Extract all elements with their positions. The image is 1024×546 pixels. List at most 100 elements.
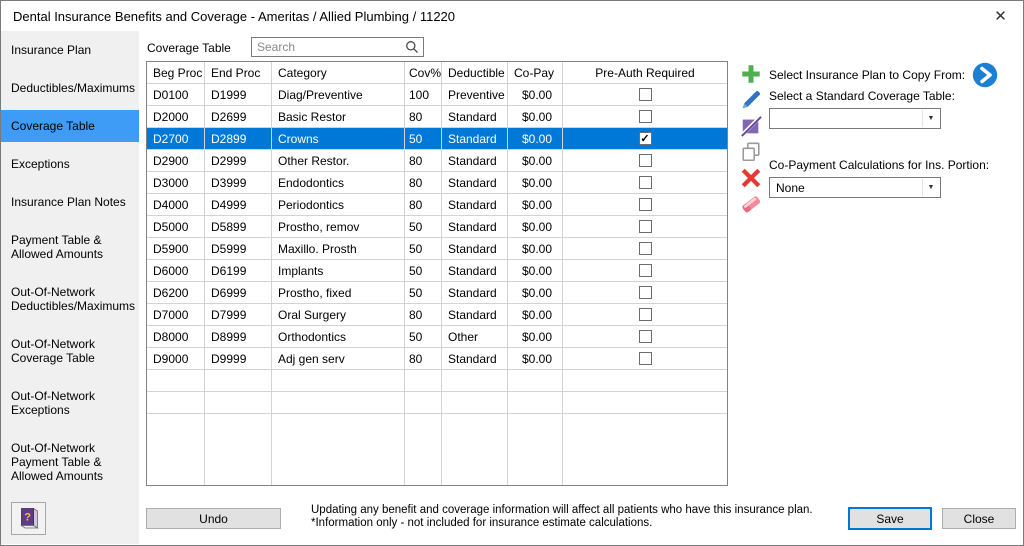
delete-row-button[interactable] xyxy=(738,166,764,190)
cell-end-proc: D5899 xyxy=(205,216,272,238)
cell-cov-pct: 50 xyxy=(405,326,442,348)
column-header: Beg Proc xyxy=(147,62,205,84)
sidebar-item-payment-table-allowed-amounts[interactable]: Payment Table & Allowed Amounts xyxy=(1,224,139,270)
table-row[interactable]: D5900 D5999 Maxillo. Prosth 50 Standard $0.00 xyxy=(147,238,727,260)
table-row[interactable]: D2900 D2999 Other Restor. 80 Standard $0.00 xyxy=(147,150,727,172)
coverage-table-label: Coverage Table xyxy=(147,41,231,55)
sidebar-item-insurance-plan-notes[interactable]: Insurance Plan Notes xyxy=(1,186,139,218)
cell-pre-auth xyxy=(563,216,727,238)
copay-calc-value: None xyxy=(776,181,805,195)
search-icon xyxy=(406,41,418,53)
cell-category: Maxillo. Prosth xyxy=(272,238,405,260)
table-row[interactable]: D6000 D6199 Implants 50 Standard $0.00 xyxy=(147,260,727,282)
sidebar-item-insurance-plan[interactable]: Insurance Plan xyxy=(1,34,139,66)
cell-category: Orthodontics xyxy=(272,326,405,348)
cell-co-pay: $0.00 xyxy=(508,194,563,216)
table-row[interactable]: D9000 D9999 Adj gen serv 80 Standard $0.00 xyxy=(147,348,727,370)
table-row[interactable]: D6200 D6999 Prostho, fixed 50 Standard $0.00 xyxy=(147,282,727,304)
cell-pre-auth xyxy=(563,84,727,106)
footer-note: Updating any benefit and coverage inform… xyxy=(311,504,813,530)
sidebar-item-out-of-network-coverage-table[interactable]: Out-Of-Network Coverage Table xyxy=(1,328,139,374)
cell-co-pay: $0.00 xyxy=(508,238,563,260)
cell-deductible: Standard xyxy=(442,106,508,128)
table-row[interactable]: D5000 D5899 Prostho, remov 50 Standard $0.00 xyxy=(147,216,727,238)
table-row-empty xyxy=(147,414,727,485)
cell-cov-pct: 50 xyxy=(405,260,442,282)
cell-end-proc: D4999 xyxy=(205,194,272,216)
preauth-checkbox[interactable] xyxy=(638,132,652,146)
preauth-checkbox[interactable] xyxy=(638,220,652,234)
table-row[interactable]: D2700 D2899 Crowns 50 Standard $0.00 xyxy=(147,128,727,150)
edit-multiple-button[interactable] xyxy=(738,114,764,138)
standard-table-dropdown[interactable]: ▼ xyxy=(769,108,941,129)
preauth-checkbox[interactable] xyxy=(638,242,652,256)
sidebar-item-out-of-network-deductibles-maximums[interactable]: Out-Of-Network Deductibles/Maximums xyxy=(1,276,139,322)
preauth-checkbox[interactable] xyxy=(638,352,652,366)
sidebar-item-deductibles-maximums[interactable]: Deductibles/Maximums xyxy=(1,72,139,104)
cell-deductible: Other xyxy=(442,326,508,348)
cell-cov-pct: 50 xyxy=(405,216,442,238)
copy-rows-button[interactable] xyxy=(738,140,764,164)
sidebar-item-out-of-network-payment-table-allowed-amounts[interactable]: Out-Of-Network Payment Table & Allowed A… xyxy=(1,432,139,492)
svg-text:?: ? xyxy=(24,511,31,523)
sidebar-item-coverage-table[interactable]: Coverage Table xyxy=(1,110,139,142)
cell-pre-auth xyxy=(563,282,727,304)
close-button[interactable]: Close xyxy=(942,508,1016,529)
cell-deductible: Preventive xyxy=(442,84,508,106)
table-row[interactable]: D8000 D8999 Orthodontics 50 Other $0.00 xyxy=(147,326,727,348)
preauth-checkbox[interactable] xyxy=(638,176,652,190)
table-row[interactable]: D2000 D2699 Basic Restor 80 Standard $0.00 xyxy=(147,106,727,128)
cell-beg-proc: D2000 xyxy=(147,106,205,128)
preauth-checkbox[interactable] xyxy=(638,264,652,278)
column-header: Co-Pay xyxy=(508,62,563,84)
cell-cov-pct: 80 xyxy=(405,106,442,128)
cell-beg-proc: D8000 xyxy=(147,326,205,348)
preauth-checkbox[interactable] xyxy=(638,308,652,322)
cell-end-proc: D5999 xyxy=(205,238,272,260)
save-button[interactable]: Save xyxy=(848,507,932,530)
eraser-icon xyxy=(742,196,761,213)
cell-beg-proc: D2700 xyxy=(147,128,205,150)
undo-button[interactable]: Undo xyxy=(146,508,281,529)
help-button[interactable]: ? xyxy=(11,502,46,535)
preauth-checkbox[interactable] xyxy=(638,286,652,300)
cell-co-pay: $0.00 xyxy=(508,128,563,150)
edit-row-button[interactable] xyxy=(738,88,764,112)
dialog-window: Dental Insurance Benefits and Coverage -… xyxy=(0,0,1024,546)
cell-beg-proc: D2900 xyxy=(147,150,205,172)
add-row-button[interactable] xyxy=(738,62,764,86)
preauth-checkbox[interactable] xyxy=(638,154,652,168)
window-close-icon[interactable]: ✕ xyxy=(978,1,1023,31)
sidebar-item-exceptions[interactable]: Exceptions xyxy=(1,148,139,180)
cell-co-pay: $0.00 xyxy=(508,172,563,194)
cell-cov-pct: 50 xyxy=(405,282,442,304)
cell-pre-auth xyxy=(563,128,727,150)
cell-cov-pct: 80 xyxy=(405,172,442,194)
window-title: Dental Insurance Benefits and Coverage -… xyxy=(13,9,456,24)
preauth-checkbox[interactable] xyxy=(638,330,652,344)
preauth-checkbox[interactable] xyxy=(638,88,652,102)
chevron-down-icon: ▼ xyxy=(922,110,939,127)
cell-deductible: Standard xyxy=(442,194,508,216)
clear-table-button[interactable] xyxy=(738,192,764,216)
copy-from-arrow-button[interactable] xyxy=(972,62,998,88)
table-row-empty xyxy=(147,370,727,392)
preauth-checkbox[interactable] xyxy=(638,198,652,212)
table-row[interactable]: D7000 D7999 Oral Surgery 80 Standard $0.00 xyxy=(147,304,727,326)
copay-calc-dropdown[interactable]: None ▼ xyxy=(769,177,941,198)
table-row[interactable]: D3000 D3999 Endodontics 80 Standard $0.00 xyxy=(147,172,727,194)
cell-co-pay: $0.00 xyxy=(508,260,563,282)
sidebar-item-out-of-network-exceptions[interactable]: Out-Of-Network Exceptions xyxy=(1,380,139,426)
cell-deductible: Standard xyxy=(442,260,508,282)
search-input[interactable] xyxy=(251,37,424,57)
cell-beg-proc: D7000 xyxy=(147,304,205,326)
edit-multiple-icon xyxy=(740,115,762,137)
table-row[interactable]: D4000 D4999 Periodontics 80 Standard $0.00 xyxy=(147,194,727,216)
column-header: Category xyxy=(272,62,405,84)
preauth-checkbox[interactable] xyxy=(638,110,652,124)
chevron-down-icon: ▼ xyxy=(922,179,939,196)
table-row[interactable]: D0100 D1999 Diag/Preventive 100 Preventive $0… xyxy=(147,84,727,106)
cell-category: Periodontics xyxy=(272,194,405,216)
cell-beg-proc: D5900 xyxy=(147,238,205,260)
sidebar-nav: Insurance Plan Deductibles/Maximums Covera… xyxy=(1,31,139,544)
